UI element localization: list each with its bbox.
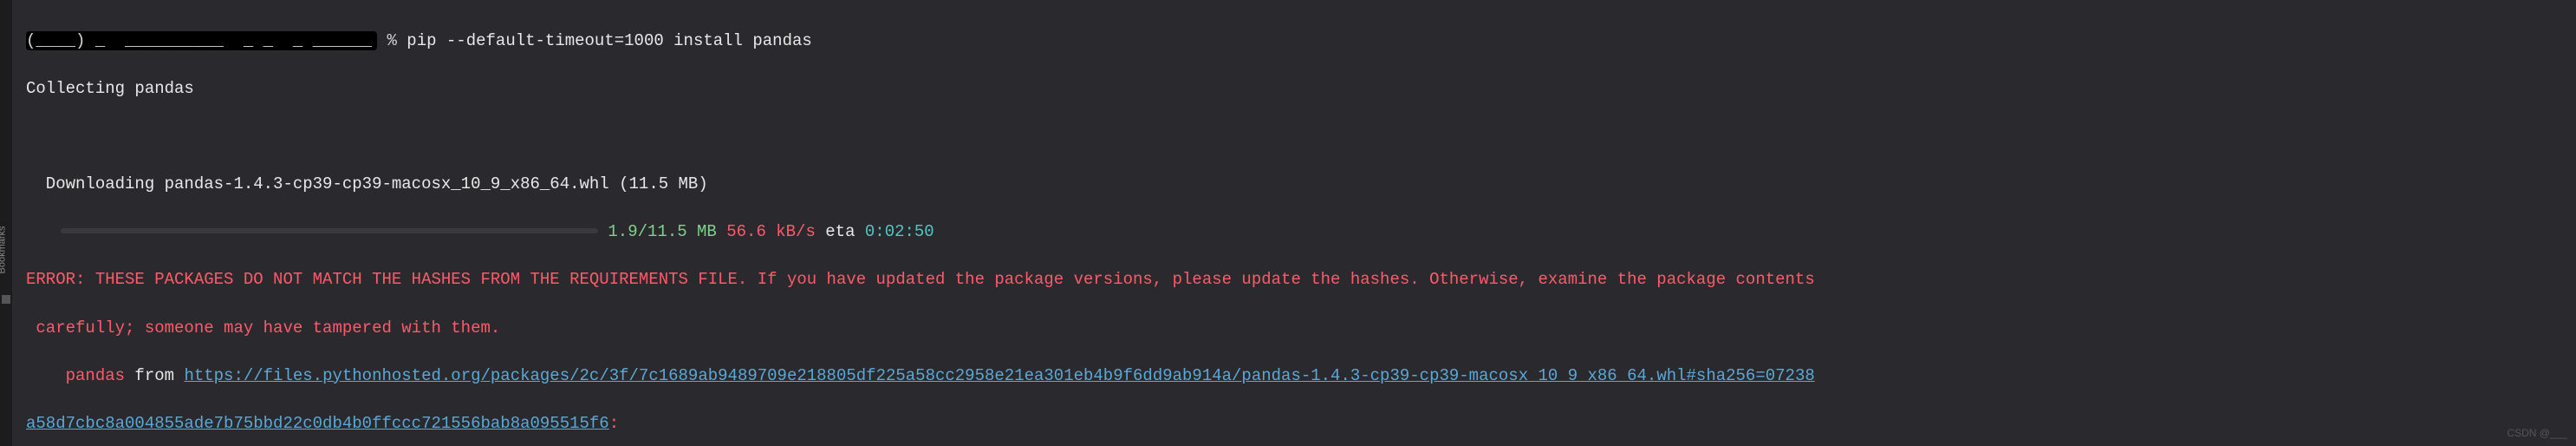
error-line-1: ERROR: THESE PACKAGES DO NOT MATCH THE H… bbox=[26, 268, 2564, 292]
command-text: pip --default-timeout=1000 install panda… bbox=[407, 31, 811, 50]
terminal-output[interactable]: (____) _ __________ _ _ _ ______ % pip -… bbox=[0, 0, 2576, 446]
pkg-name: pandas bbox=[26, 366, 134, 385]
progress-eta: 0:02:50 bbox=[865, 222, 934, 241]
error-pkg-line: pandas from https://files.pythonhosted.o… bbox=[26, 364, 2564, 389]
error-url-line-2: a58d7cbc8a004855ade7b75bbd22c0db4b0ffccc… bbox=[26, 412, 2564, 436]
from-label: from bbox=[134, 366, 184, 385]
progress-speed: 56.6 kB/s bbox=[726, 222, 816, 241]
progress-size: 1.9/11.5 MB bbox=[608, 222, 716, 241]
prompt-symbol: % bbox=[387, 31, 396, 50]
blank-line bbox=[26, 125, 2564, 149]
progress-line: 1.9/11.5 MB 56.6 kB/s eta 0:02:50 bbox=[26, 220, 2564, 245]
downloading-line: Downloading pandas-1.4.3-cp39-cp39-macos… bbox=[26, 173, 2564, 197]
package-url-part1[interactable]: https://files.pythonhosted.org/packages/… bbox=[184, 366, 1814, 385]
colon: : bbox=[609, 414, 619, 433]
prompt-line: (____) _ __________ _ _ _ ______ % pip -… bbox=[26, 30, 2564, 54]
collecting-line: Collecting pandas bbox=[26, 77, 2564, 102]
package-url-part2[interactable]: a58d7cbc8a004855ade7b75bbd22c0db4b0ffccc… bbox=[26, 414, 609, 433]
eta-label: eta bbox=[825, 222, 855, 241]
progress-bar bbox=[61, 228, 598, 233]
prompt-host: (____) _ __________ _ _ _ ______ bbox=[26, 31, 377, 50]
watermark: CSDN @___ bbox=[2507, 426, 2567, 441]
error-line-2: carefully; someone may have tampered wit… bbox=[26, 317, 2564, 341]
